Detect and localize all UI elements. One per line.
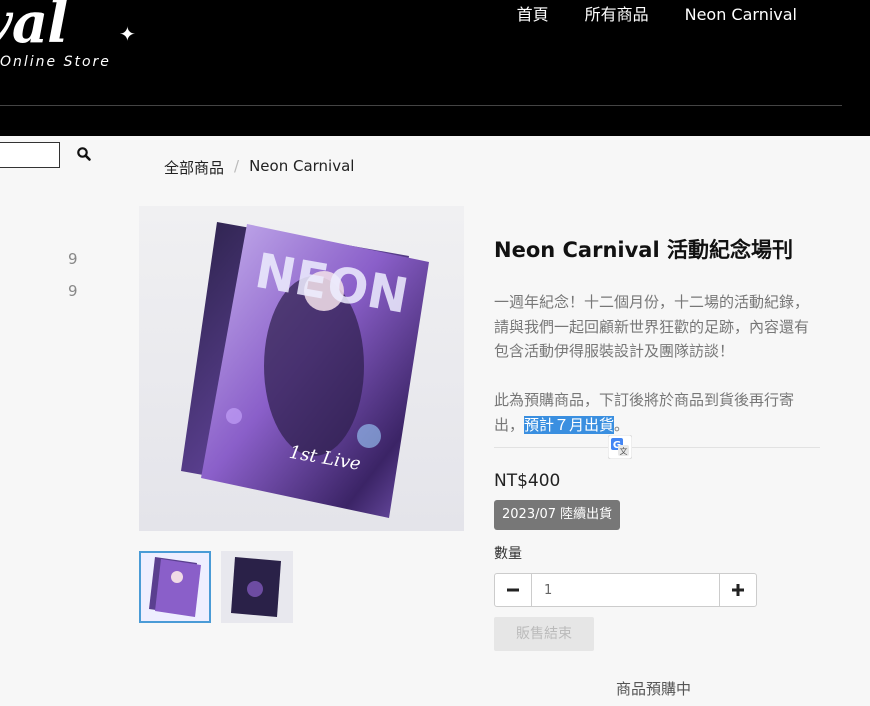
description-end: 。: [614, 415, 630, 434]
sidebar-count: 9: [68, 250, 78, 268]
sold-out-button[interactable]: 販售結束: [494, 617, 594, 651]
quantity-label: 數量: [494, 546, 522, 562]
info-divider: [494, 447, 820, 448]
nav-all-products[interactable]: 所有商品: [585, 6, 649, 24]
nav-neon-carnival[interactable]: Neon Carnival: [685, 6, 797, 24]
search-input[interactable]: [0, 142, 60, 168]
google-translate-icon[interactable]: G 文: [607, 434, 633, 460]
product-main-image[interactable]: NEON 1st Live: [139, 206, 464, 531]
breadcrumb-separator: /: [234, 157, 240, 175]
preorder-status: 商品預購中: [616, 680, 692, 698]
nav-home[interactable]: 首頁: [517, 6, 549, 24]
plus-icon[interactable]: [719, 574, 756, 606]
logo-star-icon: ✦: [119, 22, 136, 46]
minus-icon[interactable]: [495, 574, 532, 606]
main-nav: 首頁 所有商品 Neon Carnival: [517, 6, 797, 24]
breadcrumb: 全部商品 / Neon Carnival: [164, 157, 354, 178]
description-paragraph: 一週年紀念！十二個月份，十二場的活動紀錄，請與我們一起回顧新世界狂歡的足跡，內容…: [494, 293, 810, 360]
quantity-input[interactable]: [532, 574, 719, 606]
shipping-badge: 2023/07 陸續出貨: [494, 500, 621, 530]
thumbnail-1[interactable]: [139, 551, 211, 623]
breadcrumb-all-products[interactable]: 全部商品: [164, 157, 224, 178]
sidebar-count: 9: [68, 282, 78, 300]
product-description: 一週年紀念！十二個月份，十二場的活動紀錄，請與我們一起回顧新世界狂歡的足跡，內容…: [494, 290, 820, 437]
description-highlight: 預計７月出貨: [524, 415, 615, 434]
search-icon[interactable]: [76, 146, 92, 162]
store-logo[interactable]: ival ✦ Online Store: [0, 0, 160, 80]
product-price: NT$400: [494, 471, 561, 491]
logo-wordmark: ival: [0, 0, 68, 56]
thumbnail-2[interactable]: [221, 551, 293, 623]
svg-text:文: 文: [620, 446, 628, 456]
quantity-stepper: [494, 573, 757, 607]
product-title: Neon Carnival 活動紀念場刊: [494, 238, 793, 262]
breadcrumb-current: Neon Carnival: [249, 157, 355, 175]
logo-subtext: Online Store: [0, 54, 111, 70]
header-divider: [0, 105, 842, 106]
site-header: ival ✦ Online Store 首頁 所有商品 Neon Carniva…: [0, 0, 870, 136]
